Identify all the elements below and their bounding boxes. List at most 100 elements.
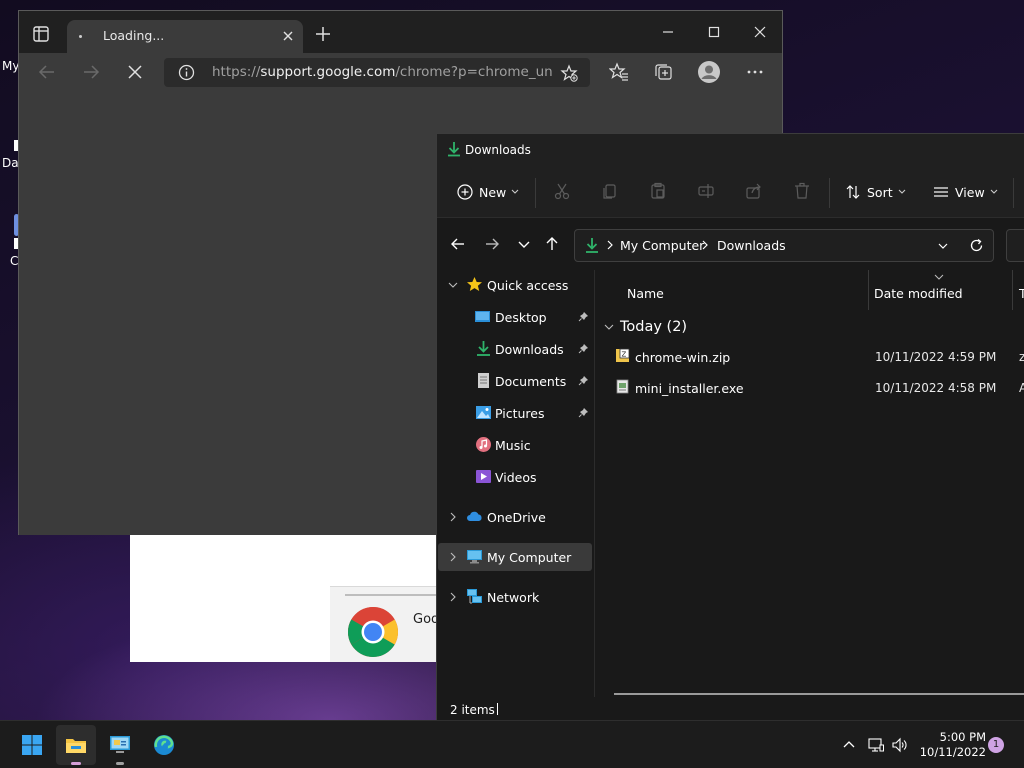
chevron-down-icon[interactable] bbox=[937, 240, 949, 252]
back-arrow-icon[interactable] bbox=[37, 62, 57, 82]
explorer-address-bar[interactable]: My Computer Downloads bbox=[574, 229, 994, 262]
up-arrow-icon[interactable] bbox=[544, 236, 560, 252]
volume-icon[interactable] bbox=[892, 737, 908, 753]
chevron-right-icon[interactable] bbox=[448, 512, 458, 522]
more-options-icon[interactable] bbox=[745, 62, 765, 82]
item-count: 2 items bbox=[450, 703, 495, 717]
rename-icon[interactable] bbox=[697, 182, 715, 200]
show-hidden-icons-chevron-icon[interactable] bbox=[841, 737, 857, 753]
profile-avatar-icon[interactable] bbox=[697, 60, 721, 84]
share-icon[interactable] bbox=[745, 182, 763, 200]
pin-icon[interactable] bbox=[578, 343, 589, 354]
recent-locations-chevron-icon[interactable] bbox=[516, 236, 532, 252]
tab-close-icon[interactable] bbox=[281, 29, 295, 43]
desktop-icon bbox=[475, 311, 490, 322]
pin-icon[interactable] bbox=[578, 311, 589, 322]
site-info-icon[interactable] bbox=[178, 64, 195, 81]
browser-tab[interactable]: Loading... bbox=[67, 20, 303, 53]
add-favorite-icon[interactable] bbox=[560, 64, 578, 82]
tab-actions-icon[interactable] bbox=[31, 24, 51, 44]
paste-icon[interactable] bbox=[649, 182, 667, 200]
sort-button[interactable]: Sort bbox=[845, 182, 906, 202]
taskbar-file-explorer[interactable] bbox=[56, 725, 96, 765]
sidebar-item-documents[interactable]: Documents bbox=[438, 367, 592, 395]
forward-arrow-icon[interactable] bbox=[81, 62, 101, 82]
network-status-icon[interactable] bbox=[868, 737, 884, 753]
clock-date: 10/11/2022 bbox=[919, 745, 986, 759]
sidebar-item-my-computer[interactable]: My Computer bbox=[438, 543, 592, 571]
chevron-down-icon bbox=[604, 324, 614, 330]
minimize-icon[interactable] bbox=[661, 25, 675, 39]
collections-icon[interactable] bbox=[653, 62, 673, 82]
sidebar-item-music[interactable]: Music bbox=[438, 431, 592, 459]
chevron-down-icon[interactable] bbox=[448, 280, 458, 290]
download-icon bbox=[448, 142, 460, 157]
chevron-right-icon[interactable] bbox=[448, 552, 458, 562]
clock-time: 5:00 PM bbox=[939, 730, 986, 744]
start-button[interactable] bbox=[12, 725, 52, 765]
horizontal-scrollbar[interactable] bbox=[614, 693, 1024, 695]
videos-icon bbox=[476, 470, 491, 483]
tab-loading-icon bbox=[79, 35, 82, 38]
status-divider bbox=[497, 703, 498, 715]
sidebar-item-quick-access[interactable]: Quick access bbox=[438, 271, 592, 299]
close-window-icon[interactable] bbox=[753, 25, 767, 39]
download-icon bbox=[586, 238, 598, 253]
chevron-right-icon[interactable] bbox=[605, 239, 615, 251]
chevron-right-icon[interactable] bbox=[448, 592, 458, 602]
pin-icon[interactable] bbox=[578, 375, 589, 386]
desktop-icon-label[interactable]: Da bbox=[2, 156, 19, 170]
refresh-icon[interactable] bbox=[969, 238, 984, 253]
sidebar-item-network[interactable]: Network bbox=[438, 583, 592, 611]
sidebar-item-label: Quick access bbox=[487, 278, 569, 293]
sort-icon bbox=[846, 185, 860, 199]
breadcrumb-downloads[interactable]: Downloads bbox=[717, 238, 786, 253]
url-text[interactable]: https://support.google.com/chrome?p=chro… bbox=[212, 64, 552, 80]
taskbar-edge[interactable] bbox=[144, 725, 184, 765]
progress-line bbox=[345, 594, 450, 596]
sort-button-label: Sort bbox=[867, 184, 893, 200]
maximize-icon[interactable] bbox=[707, 25, 721, 39]
new-tab-icon[interactable] bbox=[315, 26, 331, 42]
pin-icon[interactable] bbox=[578, 407, 589, 418]
sidebar-item-pictures[interactable]: Pictures bbox=[438, 399, 592, 427]
notification-badge[interactable]: 1 bbox=[988, 737, 1004, 753]
search-box[interactable] bbox=[1006, 229, 1024, 262]
svg-text:Z: Z bbox=[622, 351, 627, 359]
file-row[interactable]: Z chrome-win.zip 10/11/2022 4:59 PM z bbox=[604, 342, 1024, 370]
documents-icon bbox=[478, 373, 489, 388]
chevron-down-icon bbox=[511, 189, 519, 194]
view-list-icon bbox=[934, 187, 948, 197]
back-arrow-icon[interactable] bbox=[450, 236, 466, 252]
stop-loading-icon[interactable] bbox=[125, 62, 145, 82]
file-row[interactable]: mini_installer.exe 10/11/2022 4:58 PM A bbox=[604, 373, 1024, 401]
breadcrumb-my-computer[interactable]: My Computer bbox=[620, 238, 704, 253]
view-button[interactable]: View bbox=[933, 182, 998, 202]
windows-logo-icon bbox=[22, 735, 42, 755]
file-date: 10/11/2022 4:58 PM bbox=[875, 381, 997, 395]
sidebar-item-onedrive[interactable]: OneDrive bbox=[438, 503, 592, 531]
address-bar[interactable]: https://support.google.com/chrome?p=chro… bbox=[164, 58, 590, 87]
music-icon bbox=[476, 437, 491, 452]
favorites-icon[interactable] bbox=[609, 62, 629, 82]
sidebar-item-desktop[interactable]: Desktop bbox=[438, 303, 592, 331]
taskbar-control-panel[interactable] bbox=[100, 725, 140, 765]
cloud-icon bbox=[467, 511, 482, 521]
tab-title: Loading... bbox=[103, 28, 165, 43]
chevron-down-icon bbox=[898, 189, 906, 194]
column-header-type[interactable]: T bbox=[1013, 270, 1024, 310]
group-header-today[interactable]: Today (2) bbox=[604, 315, 687, 339]
cut-icon[interactable] bbox=[553, 182, 571, 200]
copy-icon[interactable] bbox=[601, 182, 619, 200]
view-button-label: View bbox=[955, 184, 985, 200]
column-header-name[interactable]: Name bbox=[596, 270, 869, 310]
column-header-date-modified[interactable]: Date modified bbox=[869, 270, 1013, 310]
new-button[interactable]: New bbox=[457, 182, 519, 202]
sidebar-item-downloads[interactable]: Downloads bbox=[438, 335, 592, 363]
sidebar-item-videos[interactable]: Videos bbox=[438, 463, 592, 491]
clock[interactable]: 5:00 PM 10/11/2022 bbox=[916, 730, 986, 760]
forward-arrow-icon[interactable] bbox=[484, 236, 500, 252]
delete-icon[interactable] bbox=[793, 182, 811, 200]
chevron-right-icon[interactable] bbox=[700, 239, 710, 251]
desktop-icon-label[interactable]: My bbox=[2, 59, 19, 73]
